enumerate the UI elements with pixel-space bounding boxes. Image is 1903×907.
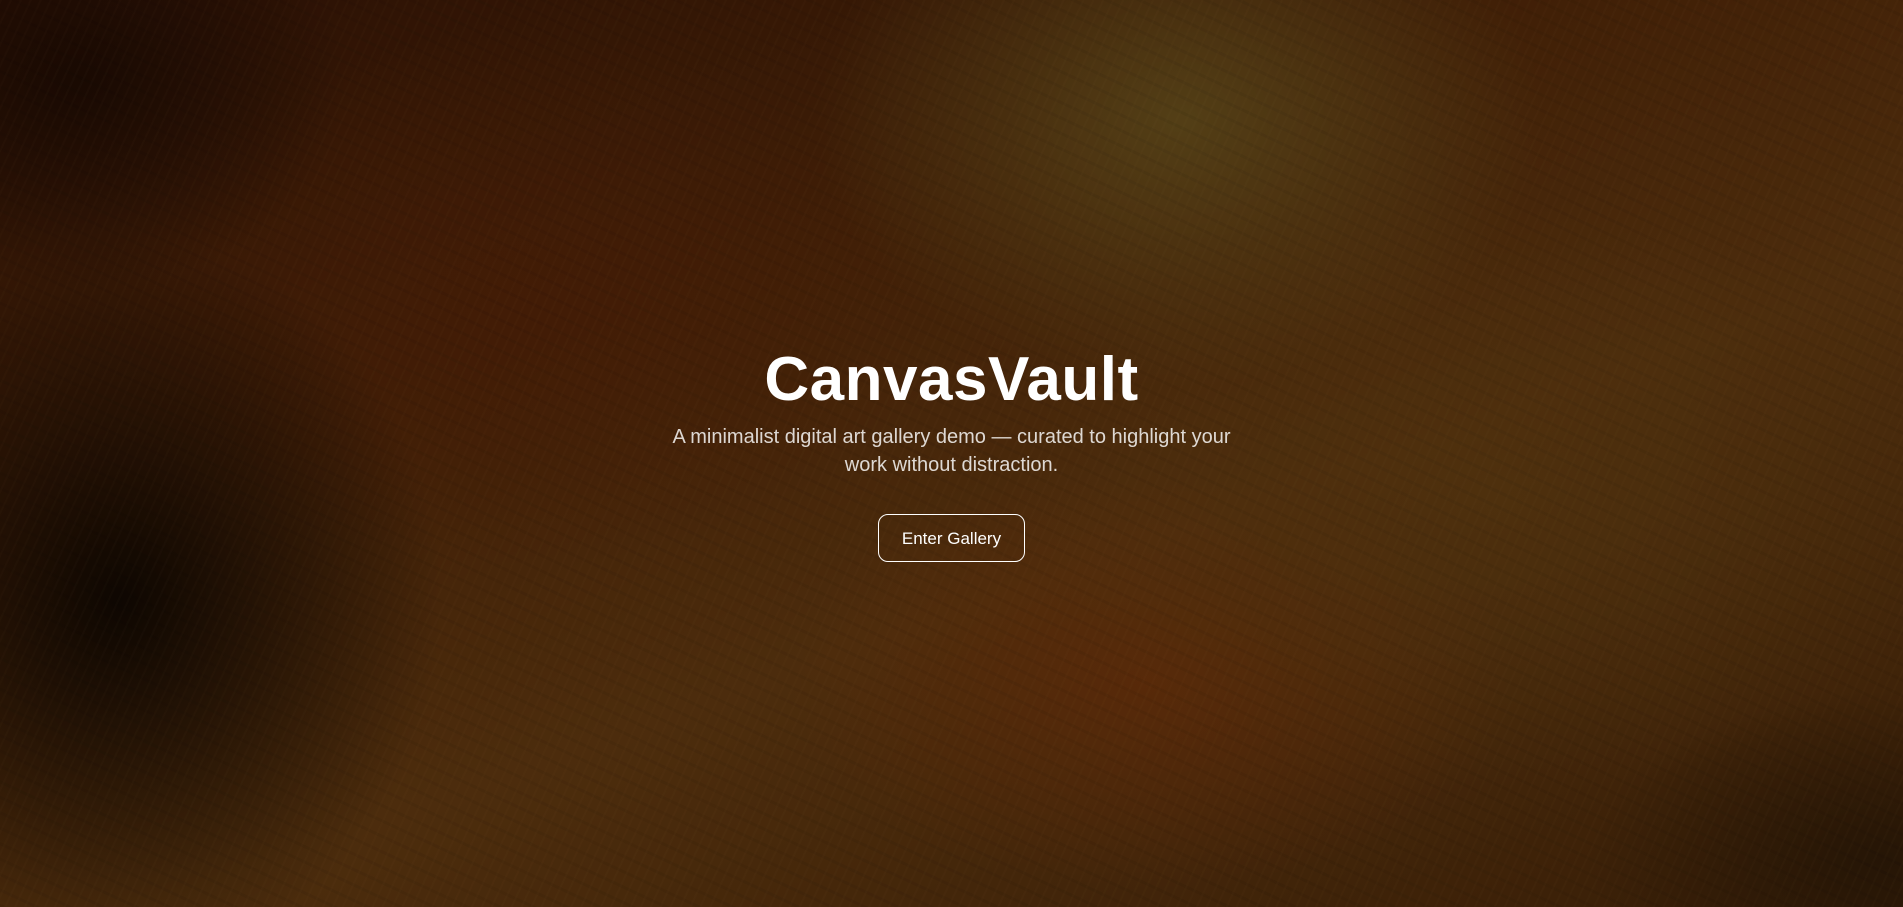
hero-content: CanvasVault A minimalist digital art gal… <box>0 345 1903 562</box>
hero-section: CanvasVault A minimalist digital art gal… <box>0 0 1903 907</box>
site-tagline: A minimalist digital art gallery demo — … <box>672 426 1231 476</box>
enter-gallery-button[interactable]: Enter Gallery <box>877 514 1026 562</box>
site-title: CanvasVault <box>764 345 1139 414</box>
